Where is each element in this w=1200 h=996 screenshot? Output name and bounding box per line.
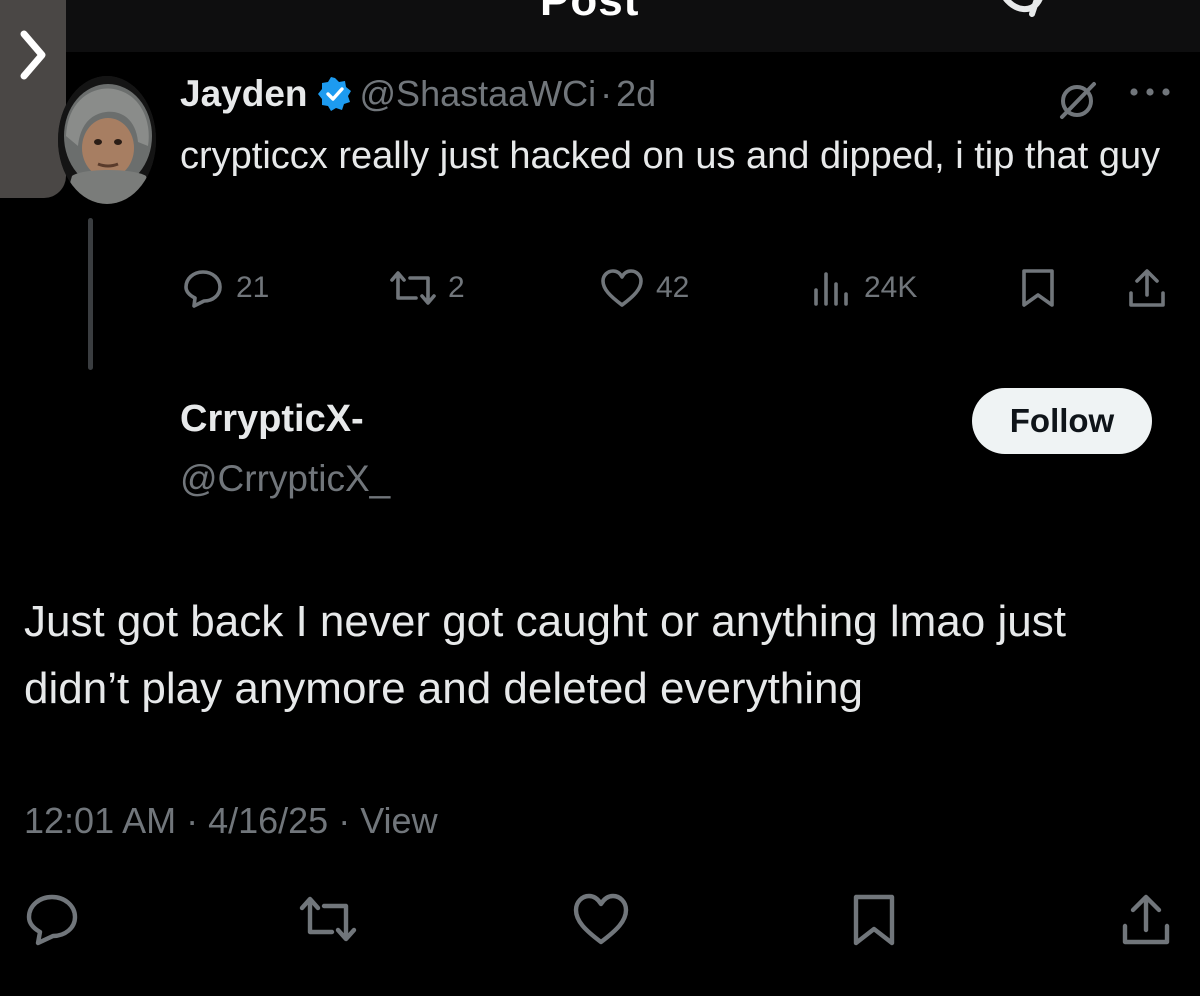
reply-handle[interactable]: @ShastaaWCi: [360, 73, 597, 115]
post-share-button[interactable]: [1118, 892, 1174, 953]
repost-count: 2: [448, 271, 465, 304]
like-count: 42: [656, 271, 690, 304]
thread-line: [88, 218, 93, 370]
reply-text: crypticcx really just hacked on us and d…: [180, 135, 1161, 177]
reply-count: 21: [236, 271, 270, 304]
share-icon: [1122, 894, 1170, 945]
post-bookmark-button[interactable]: [850, 892, 898, 953]
verified-badge-icon: [317, 77, 352, 111]
more-icon[interactable]: [1128, 82, 1172, 107]
post-author-handle[interactable]: @CrrypticX_: [180, 458, 390, 500]
post-author-name[interactable]: CrrypticX-: [180, 398, 364, 441]
views-button[interactable]: 24K: [812, 268, 917, 308]
reply-age: 2d: [616, 73, 657, 114]
post-repost-button[interactable]: [296, 892, 360, 951]
meta-separator: ·: [600, 73, 613, 114]
grok-icon[interactable]: [1058, 80, 1098, 125]
post-text: Just got back I never got caught or anyt…: [24, 597, 1066, 713]
follow-button[interactable]: Follow: [972, 388, 1152, 454]
reply-author-name[interactable]: Jayden: [180, 73, 308, 115]
repost-icon: [299, 896, 357, 942]
views-count: 24K: [864, 271, 918, 304]
bookmark-icon: [1022, 269, 1054, 307]
bookmark-icon: [853, 894, 895, 946]
reply-icon: [26, 894, 78, 946]
chevron-right-icon: [20, 30, 46, 80]
reply-icon: [184, 270, 222, 308]
reply-header: Jayden @ShastaaWCi · 2d: [180, 72, 656, 116]
avatar[interactable]: [58, 76, 156, 204]
repost-icon: [390, 271, 436, 305]
like-button[interactable]: 42: [600, 268, 689, 308]
views-icon: [814, 272, 848, 306]
like-icon: [573, 893, 629, 945]
top-bar: Post: [0, 0, 1200, 52]
like-icon: [601, 269, 643, 307]
repost-button[interactable]: 2: [386, 268, 465, 308]
reply-button[interactable]: 21: [182, 268, 269, 308]
post-timestamp[interactable]: 12:01 AM · 4/16/25 · View: [24, 800, 438, 842]
share-icon: [1129, 269, 1165, 307]
post-like-button[interactable]: [572, 892, 630, 951]
page-title: Post: [540, 0, 640, 25]
post-reply-button[interactable]: [24, 892, 80, 951]
side-panel-tab[interactable]: [0, 0, 66, 198]
share-button[interactable]: [1126, 268, 1168, 308]
topbar-action-icon[interactable]: [990, 0, 1054, 39]
bookmark-button[interactable]: [1020, 268, 1056, 308]
